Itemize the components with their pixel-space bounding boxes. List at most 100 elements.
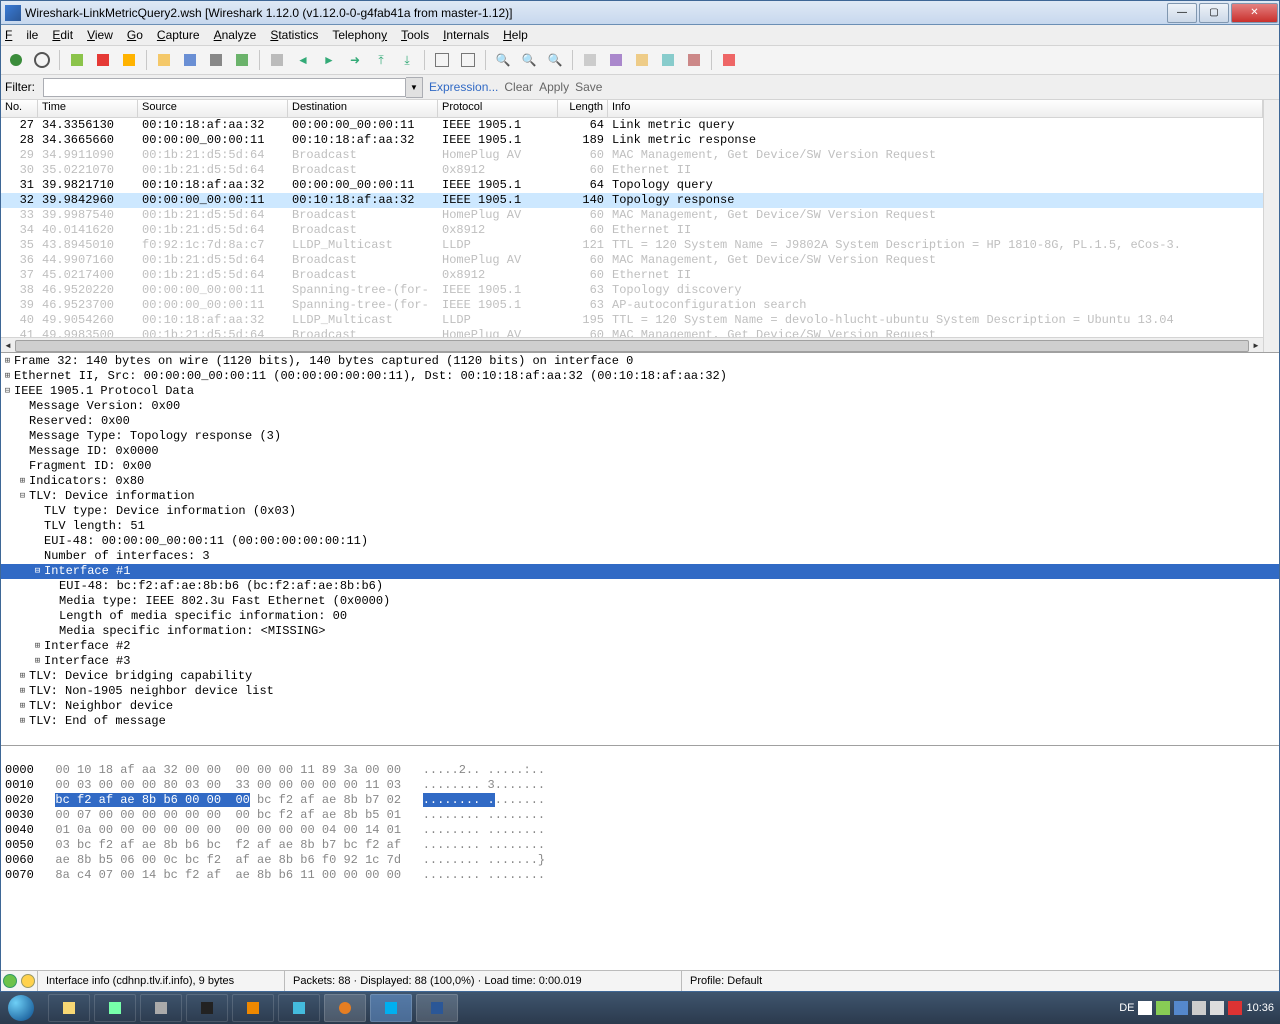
taskbar-cmd[interactable] bbox=[186, 994, 228, 1022]
taskbar-ie[interactable] bbox=[278, 994, 320, 1022]
menu-analyze[interactable]: Analyze bbox=[214, 28, 257, 42]
filter-input[interactable] bbox=[43, 78, 406, 97]
maximize-button[interactable]: ▢ bbox=[1199, 3, 1229, 23]
collapse-icon[interactable]: ⊟ bbox=[31, 564, 44, 579]
table-row[interactable]: 3339.998754000:1b:21:d5:5d:64BroadcastHo… bbox=[1, 208, 1263, 223]
save-filter-button[interactable]: Save bbox=[575, 80, 602, 94]
clear-button[interactable]: Clear bbox=[504, 80, 533, 94]
table-row[interactable]: 3239.984296000:00:00_00:00:1100:10:18:af… bbox=[1, 193, 1263, 208]
menu-view[interactable]: View bbox=[87, 28, 113, 42]
col-time[interactable]: Time bbox=[38, 100, 138, 117]
expand-icon[interactable]: ⊞ bbox=[31, 639, 44, 654]
menu-telephony[interactable]: Telephony bbox=[332, 28, 387, 42]
col-protocol[interactable]: Protocol bbox=[438, 100, 558, 117]
table-row[interactable]: 2734.335613000:10:18:af:aa:3200:00:00_00… bbox=[1, 118, 1263, 133]
table-row[interactable]: 3035.022107000:1b:21:d5:5d:64Broadcast0x… bbox=[1, 163, 1263, 178]
status-profile[interactable]: Profile: Default bbox=[681, 971, 1279, 991]
close-file-button[interactable] bbox=[205, 49, 227, 71]
filter-dropdown[interactable]: ▼ bbox=[406, 77, 423, 98]
go-last-button[interactable]: ⤓ bbox=[396, 49, 418, 71]
menu-internals[interactable]: Internals bbox=[443, 28, 489, 42]
table-row[interactable]: 2834.366566000:00:00_00:00:1100:10:18:af… bbox=[1, 133, 1263, 148]
stop-capture-button[interactable] bbox=[92, 49, 114, 71]
menu-edit[interactable]: Edit bbox=[52, 28, 73, 42]
capture-led-icon[interactable] bbox=[21, 974, 35, 988]
taskbar-skype[interactable] bbox=[370, 994, 412, 1022]
table-row[interactable]: 3440.014162000:1b:21:d5:5d:64Broadcast0x… bbox=[1, 223, 1263, 238]
taskbar-app[interactable] bbox=[140, 994, 182, 1022]
col-destination[interactable]: Destination bbox=[288, 100, 438, 117]
taskbar-explorer[interactable] bbox=[48, 994, 90, 1022]
taskbar-firefox[interactable] bbox=[324, 994, 366, 1022]
help-button[interactable] bbox=[718, 49, 740, 71]
save-button[interactable] bbox=[179, 49, 201, 71]
tray-icon[interactable] bbox=[1138, 1001, 1152, 1015]
go-forward-button[interactable]: ► bbox=[318, 49, 340, 71]
table-row[interactable]: 3543.8945010f0:92:1c:7d:8a:c7LLDP_Multic… bbox=[1, 238, 1263, 253]
expand-icon[interactable]: ⊞ bbox=[16, 669, 29, 684]
restart-capture-button[interactable] bbox=[118, 49, 140, 71]
vertical-scrollbar[interactable] bbox=[1263, 100, 1279, 352]
preferences-button[interactable] bbox=[683, 49, 705, 71]
menu-go[interactable]: Go bbox=[127, 28, 143, 42]
zoom-out-button[interactable]: 🔍 bbox=[518, 49, 540, 71]
display-filters-button[interactable] bbox=[631, 49, 653, 71]
expand-icon[interactable]: ⊞ bbox=[31, 654, 44, 669]
col-no[interactable]: No. bbox=[1, 100, 38, 117]
packet-list[interactable]: 2734.335613000:10:18:af:aa:3200:00:00_00… bbox=[1, 118, 1263, 337]
table-row[interactable]: 4149.998350000:1b:21:d5:5d:64BroadcastHo… bbox=[1, 328, 1263, 337]
resize-cols-button[interactable] bbox=[579, 49, 601, 71]
taskbar-media[interactable] bbox=[232, 994, 274, 1022]
expert-led-icon[interactable] bbox=[3, 974, 17, 988]
menu-tools[interactable]: Tools bbox=[401, 28, 429, 42]
col-length[interactable]: Length bbox=[558, 100, 608, 117]
capture-interfaces-button[interactable] bbox=[5, 49, 27, 71]
find-button[interactable] bbox=[266, 49, 288, 71]
zoom-in-button[interactable]: 🔍 bbox=[492, 49, 514, 71]
menu-statistics[interactable]: Statistics bbox=[270, 28, 318, 42]
expand-icon[interactable]: ⊞ bbox=[16, 684, 29, 699]
menu-capture[interactable]: Capture bbox=[157, 28, 200, 42]
go-first-button[interactable]: ⤒ bbox=[370, 49, 392, 71]
colorize-button[interactable] bbox=[431, 49, 453, 71]
tray-volume-icon[interactable] bbox=[1228, 1001, 1242, 1015]
collapse-icon[interactable]: ⊟ bbox=[1, 384, 14, 399]
taskbar-wireshark[interactable] bbox=[416, 994, 458, 1022]
tray-icon[interactable] bbox=[1156, 1001, 1170, 1015]
system-tray[interactable]: DE 10:36 bbox=[1119, 1001, 1280, 1015]
hex-dump[interactable]: 0000 00 10 18 af aa 32 00 00 00 00 00 11… bbox=[1, 746, 1279, 882]
table-row[interactable]: 3644.990716000:1b:21:d5:5d:64BroadcastHo… bbox=[1, 253, 1263, 268]
table-row[interactable]: 2934.991109000:1b:21:d5:5d:64BroadcastHo… bbox=[1, 148, 1263, 163]
tray-network-icon[interactable] bbox=[1210, 1001, 1224, 1015]
col-source[interactable]: Source bbox=[138, 100, 288, 117]
menu-help[interactable]: Help bbox=[503, 28, 528, 42]
capture-filters-button[interactable] bbox=[605, 49, 627, 71]
table-row[interactable]: 4049.905426000:10:18:af:aa:32LLDP_Multic… bbox=[1, 313, 1263, 328]
reload-button[interactable] bbox=[231, 49, 253, 71]
taskbar-app[interactable] bbox=[94, 994, 136, 1022]
capture-options-button[interactable] bbox=[31, 49, 53, 71]
apply-button[interactable]: Apply bbox=[539, 80, 569, 94]
table-row[interactable]: 3946.952370000:00:00_00:00:11Spanning-tr… bbox=[1, 298, 1263, 313]
expand-icon[interactable]: ⊞ bbox=[16, 474, 29, 489]
table-row[interactable]: 3846.952022000:00:00_00:00:11Spanning-tr… bbox=[1, 283, 1263, 298]
expand-icon[interactable]: ⊞ bbox=[1, 354, 14, 369]
expression-button[interactable]: Expression... bbox=[429, 80, 498, 94]
tray-lang[interactable]: DE bbox=[1119, 1002, 1134, 1014]
horizontal-scrollbar[interactable]: ◄ ► bbox=[1, 337, 1263, 352]
tray-icon[interactable] bbox=[1174, 1001, 1188, 1015]
selected-tree-item[interactable]: ⊟Interface #1 bbox=[1, 564, 1279, 579]
zoom-100-button[interactable]: 🔍 bbox=[544, 49, 566, 71]
go-back-button[interactable]: ◄ bbox=[292, 49, 314, 71]
menu-file[interactable]: File bbox=[5, 28, 38, 42]
start-capture-button[interactable] bbox=[66, 49, 88, 71]
tray-clock[interactable]: 10:36 bbox=[1246, 1002, 1274, 1014]
open-button[interactable] bbox=[153, 49, 175, 71]
go-to-packet-button[interactable]: ➜ bbox=[344, 49, 366, 71]
collapse-icon[interactable]: ⊟ bbox=[16, 489, 29, 504]
start-button[interactable] bbox=[0, 992, 42, 1024]
expand-icon[interactable]: ⊞ bbox=[16, 714, 29, 729]
minimize-button[interactable]: — bbox=[1167, 3, 1197, 23]
coloring-rules-button[interactable] bbox=[657, 49, 679, 71]
tray-icon[interactable] bbox=[1192, 1001, 1206, 1015]
